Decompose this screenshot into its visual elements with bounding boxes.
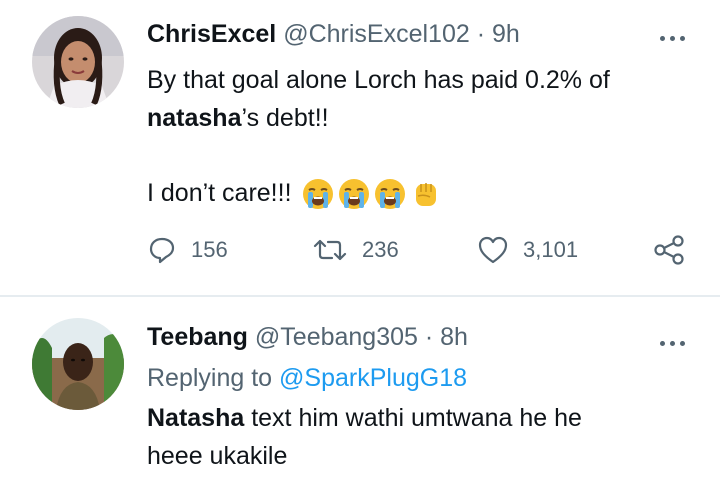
raised-fist-icon — [416, 183, 437, 207]
reply-count: 156 — [191, 237, 228, 262]
tweet-header: Teebang @Teebang305 · 8h — [147, 319, 468, 355]
loudly-crying-face-icon — [303, 179, 334, 210]
share-button[interactable] — [652, 230, 686, 270]
share-icon — [654, 235, 684, 265]
retweet-button[interactable]: 236 — [312, 230, 399, 270]
tweet-text-line: natasha’s debt!! — [147, 100, 692, 136]
timestamp[interactable]: 8h — [440, 323, 468, 351]
display-name[interactable]: Teebang — [147, 323, 248, 351]
tweet[interactable]: ChrisExcel @ChrisExcel102 · 9h By that g… — [0, 0, 720, 296]
separator-dot: · — [476, 20, 486, 48]
display-name[interactable]: ChrisExcel — [147, 20, 276, 48]
more-options-icon[interactable] — [654, 333, 690, 353]
replying-to-mention[interactable]: @SparkPlugG18 — [279, 364, 467, 392]
tweet-text-line: Natasha text him wathi umtwana he he — [147, 400, 692, 436]
retweet-icon — [313, 239, 347, 261]
more-options-icon[interactable] — [654, 28, 690, 48]
tweet[interactable]: Teebang @Teebang305 · 8h Replying to @Sp… — [0, 298, 720, 481]
replying-to: Replying to @SparkPlugG18 — [147, 360, 467, 396]
tweet-text-line: By that goal alone Lorch has paid 0.2% o… — [147, 66, 610, 94]
mention-natasha: Natasha — [147, 404, 245, 432]
tweet-text-line: I don’t care!!! — [147, 175, 692, 211]
avatar[interactable] — [32, 16, 124, 108]
username-handle[interactable]: @Teebang305 — [255, 323, 418, 351]
tweet-header: ChrisExcel @ChrisExcel102 · 9h — [147, 16, 520, 52]
loudly-crying-face-icon — [339, 179, 370, 210]
heart-icon — [478, 236, 508, 264]
tweet-text-fragment: I don’t care!!! — [147, 179, 292, 207]
loudly-crying-face-icon — [375, 179, 406, 210]
tweet-actions: 156 236 3,101 — [147, 230, 692, 270]
reply-button[interactable]: 156 — [147, 230, 228, 270]
separator-dot: · — [424, 323, 434, 351]
like-button[interactable]: 3,101 — [477, 230, 578, 270]
tweet-text-line: heee ukakile — [147, 442, 288, 470]
tweet-divider — [0, 295, 720, 297]
username-handle[interactable]: @ChrisExcel102 — [283, 20, 470, 48]
avatar[interactable] — [32, 318, 124, 410]
timestamp[interactable]: 9h — [492, 20, 520, 48]
retweet-count: 236 — [362, 237, 399, 262]
tweet-text-fragment: ’s debt!! — [241, 104, 329, 132]
like-count: 3,101 — [523, 237, 579, 262]
tweet-text-fragment: text him wathi umtwana he he — [244, 404, 582, 432]
replying-to-label: Replying to — [147, 364, 273, 392]
mention-natasha: natasha — [147, 104, 242, 132]
reply-icon — [149, 237, 175, 264]
